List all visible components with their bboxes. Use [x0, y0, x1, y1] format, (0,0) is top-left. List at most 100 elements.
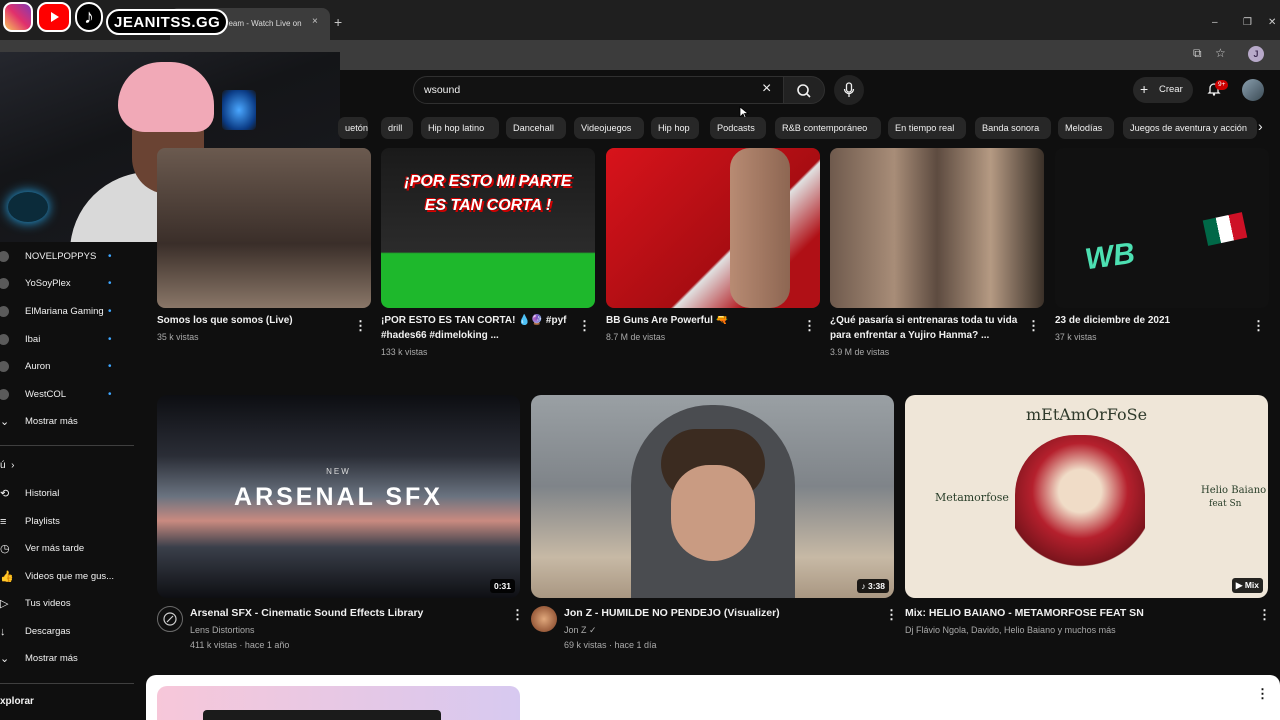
sidebar-show-more[interactable]: ⌄ Mostrar más — [0, 410, 135, 434]
live-dot-icon: • — [108, 389, 112, 400]
sidebar-item-label: Tus videos — [25, 598, 71, 609]
video-title[interactable]: ¡POR ESTO ES TAN CORTA! 💧🔮 #pyf #hades66… — [381, 313, 571, 343]
close-window-icon[interactable]: ✕ — [1268, 17, 1276, 28]
video-thumbnail[interactable]: NEW ARSENAL SFX 0:31 — [157, 395, 520, 598]
video-title[interactable]: BB Guns Are Powerful 🔫 — [606, 313, 796, 328]
channel-name[interactable]: Jon Z ✓ — [564, 625, 597, 636]
video-thumbnail[interactable] — [157, 148, 371, 308]
video-title[interactable]: Arsenal SFX - Cinematic Sound Effects Li… — [190, 607, 423, 619]
sidebar-item-label: Mostrar más — [25, 653, 78, 664]
video-thumbnail[interactable]: mEtAmOrFoSe Metamorfose Helio Baiano fea… — [905, 395, 1268, 598]
thumbnail-left-text: Metamorfose — [935, 491, 1009, 504]
filter-chip[interactable]: Videojuegos — [574, 117, 644, 139]
more-options-icon[interactable]: ⋮ — [578, 318, 591, 334]
bookmark-star-icon[interactable]: ☆ — [1215, 46, 1226, 60]
thumbnail-right-text: Helio Baiano — [1201, 485, 1267, 496]
filter-chip[interactable]: drill — [381, 117, 413, 139]
tab-close-icon[interactable]: × — [312, 16, 318, 27]
sidebar-item-label: Historial — [25, 488, 60, 499]
channel-avatar[interactable] — [157, 606, 183, 632]
microphone-icon — [843, 82, 855, 97]
compass-icon — [163, 612, 177, 626]
video-thumbnail[interactable]: ♪ 3:38 — [531, 395, 894, 598]
sidebar-subscription-item[interactable]: Auron • — [0, 355, 135, 379]
sidebar-show-more[interactable]: ⌄ Mostrar más — [0, 647, 135, 671]
video-views: 3.9 M de vistas — [830, 347, 890, 357]
video-title[interactable]: Somos los que somos (Live) — [157, 313, 347, 328]
cast-icon[interactable]: ⧉ — [1193, 46, 1202, 61]
sidebar-item[interactable]: ↓ Descargas — [0, 620, 135, 644]
sidebar-item[interactable]: ≡ Playlists — [0, 510, 135, 534]
sidebar-subscription-item[interactable]: NOVELPOPPYS • — [0, 245, 135, 269]
account-avatar[interactable] — [1242, 79, 1264, 101]
sidebar-you-heading[interactable]: ú › — [0, 460, 14, 471]
video-thumbnail[interactable] — [606, 148, 820, 308]
sidebar-explore-heading: xplorar — [0, 696, 34, 707]
clear-search-icon[interactable]: × — [762, 80, 771, 98]
video-thumbnail[interactable]: WB — [1055, 148, 1269, 308]
tiktok-icon: ♪ — [75, 2, 103, 32]
video-title[interactable]: Jon Z - HUMILDE NO PENDEJO (Visualizer) — [564, 607, 780, 619]
video-views: 8.7 M de vistas — [606, 332, 666, 342]
video-title[interactable]: ¿Qué pasaría si entrenaras toda tu vida … — [830, 313, 1020, 343]
more-options-icon[interactable]: ⋮ — [511, 607, 524, 623]
video-thumbnail[interactable]: ¡POR ESTO MI PARTE ES TAN CORTA ! — [381, 148, 595, 308]
more-options-icon[interactable]: ⋮ — [885, 607, 898, 623]
filter-chip[interactable]: R&B contemporáneo — [775, 117, 881, 139]
sidebar-icon: ⌄ — [0, 653, 10, 665]
instagram-icon — [3, 2, 33, 32]
more-options-icon[interactable]: ⋮ — [1252, 318, 1265, 334]
sidebar-subscription-item[interactable]: ElMariana Gaming • — [0, 300, 135, 324]
search-icon — [797, 84, 811, 98]
sidebar-item[interactable]: ▷ Tus videos — [0, 592, 135, 616]
more-options-icon[interactable]: ⋮ — [354, 318, 367, 334]
filter-chip[interactable]: Podcasts — [710, 117, 766, 139]
filter-chip[interactable]: En tiempo real — [888, 117, 966, 139]
channel-avatar — [0, 278, 9, 289]
sidebar-item[interactable]: 👍 Videos que me gus... — [0, 565, 135, 589]
filter-chip[interactable]: uetón — [338, 117, 368, 139]
more-options-icon[interactable]: ⋮ — [803, 318, 816, 334]
chevron-right-icon[interactable]: › — [1258, 118, 1263, 134]
thumbnail-overlay-text: WB — [1082, 236, 1137, 277]
sidebar-item[interactable]: ⟲ Historial — [0, 482, 135, 506]
more-options-icon[interactable]: ⋮ — [1258, 607, 1271, 623]
video-title[interactable]: Mix: HELIO BAIANO - METAMORFOSE FEAT SN — [905, 607, 1144, 619]
channel-avatar — [0, 361, 9, 372]
filter-chip[interactable]: Melodías — [1058, 117, 1114, 139]
channel-name[interactable]: Dj Flávio Ngola, Davido, Helio Baiano y … — [905, 625, 1116, 635]
sidebar-icon: ▷ — [0, 598, 9, 610]
sidebar-subscription-item[interactable]: YoSoyPlex • — [0, 272, 135, 296]
video-title[interactable]: 23 de diciembre de 2021 — [1055, 313, 1245, 328]
webcam-light — [222, 90, 256, 130]
more-options-icon[interactable]: ⋮ — [1256, 686, 1269, 702]
thumbnail-arm — [730, 148, 790, 308]
filter-chip[interactable]: Dancehall — [506, 117, 566, 139]
search-button[interactable] — [783, 76, 825, 104]
streamer-handle: JEANITSS.GG — [106, 9, 229, 35]
filter-chip[interactable]: Banda sonora — [975, 117, 1051, 139]
filter-chip[interactable]: Hip hop latino — [421, 117, 499, 139]
minimize-icon[interactable]: – — [1212, 17, 1218, 28]
video-thumbnail[interactable] — [830, 148, 1044, 308]
filter-chip[interactable]: Hip hop — [651, 117, 699, 139]
sidebar-item-label: Descargas — [25, 626, 71, 637]
more-options-icon[interactable]: ⋮ — [1027, 318, 1040, 334]
search-input[interactable]: wsound — [413, 76, 785, 104]
thumbnail-right-subtext: feat Sn — [1209, 499, 1242, 509]
filter-chip[interactable]: Juegos de aventura y acción — [1123, 117, 1257, 139]
sidebar-item[interactable]: ◷ Ver más tarde — [0, 537, 135, 561]
restore-icon[interactable]: ❐ — [1243, 17, 1252, 28]
channel-name[interactable]: Lens Distortions — [190, 625, 255, 635]
browser-profile-avatar[interactable]: J — [1248, 46, 1264, 62]
sidebar-subscription-item[interactable]: Ibai • — [0, 328, 135, 352]
webcam-headset — [8, 192, 48, 222]
channel-avatar[interactable] — [531, 606, 557, 632]
thumbnail-device — [203, 710, 441, 720]
voice-search-button[interactable] — [834, 75, 864, 105]
video-duration: ▶ Mix — [1231, 578, 1263, 593]
new-tab-button[interactable]: + — [334, 15, 342, 29]
mexico-flag-icon — [1202, 212, 1248, 246]
thumbnail-face — [671, 465, 755, 561]
sidebar-subscription-item[interactable]: WestCOL • — [0, 383, 135, 407]
